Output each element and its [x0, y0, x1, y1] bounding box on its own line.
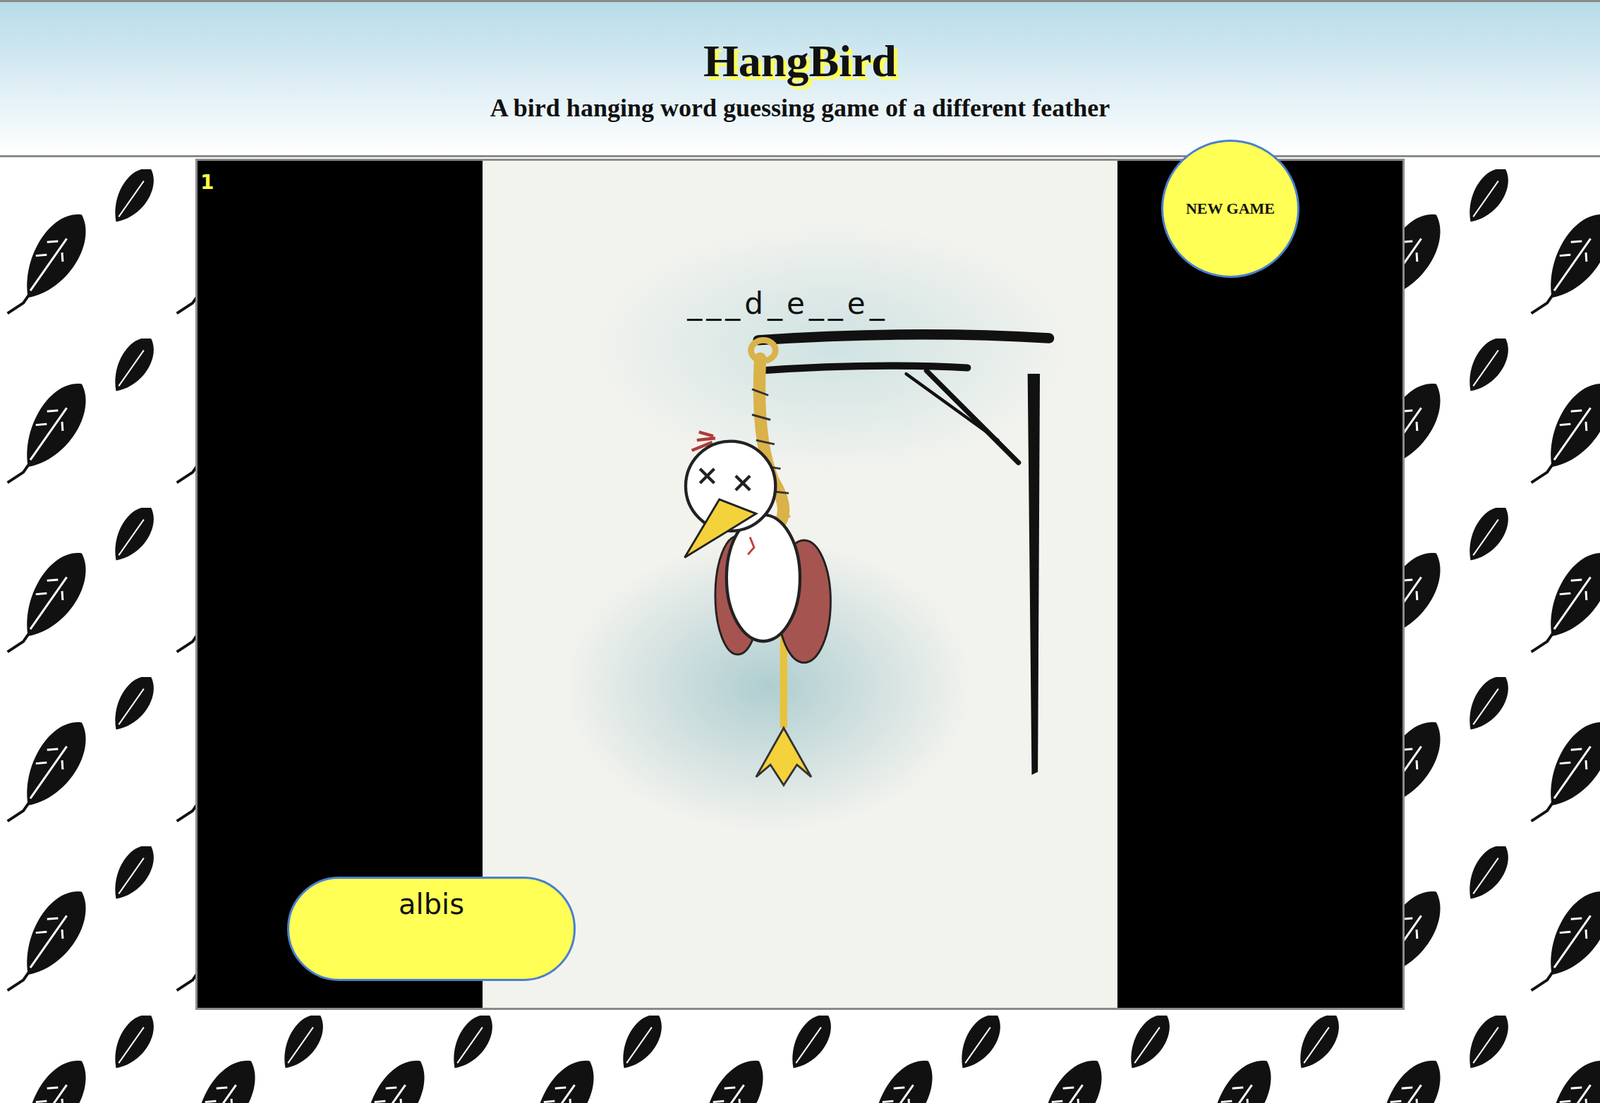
letter-slot: _ [725, 286, 741, 321]
letter-slot: d [744, 286, 764, 321]
letter-slot: _ [869, 286, 885, 321]
guess-input[interactable] [287, 876, 576, 982]
letter-slot: _ [809, 286, 824, 321]
letter-slot: e [786, 286, 805, 321]
title: HangBird [703, 35, 897, 88]
new-game-button[interactable]: NEW GAME [1161, 139, 1300, 278]
subtitle: A bird hanging word guessing game of a d… [490, 93, 1110, 123]
page: HangBird A bird hanging word guessing gam… [0, 0, 1600, 1103]
letter-slot: _ [706, 286, 721, 321]
letter-slot: _ [687, 286, 702, 321]
header: HangBird A bird hanging word guessing gam… [0, 0, 1600, 158]
letter-slot: e [847, 286, 866, 321]
game-panel: 1NEW GAME___d_e__e_ [195, 158, 1405, 1011]
word: ___d_e__e_ [687, 286, 884, 321]
letter-slot: _ [828, 286, 844, 321]
counter: 1 [200, 170, 214, 195]
main: 1NEW GAME___d_e__e_ [0, 157, 1600, 1011]
stage: ___d_e__e_ [482, 160, 1118, 1009]
letter-slot: _ [767, 286, 783, 321]
gallows-icon [482, 328, 1118, 1002]
bird-icon [684, 432, 831, 786]
